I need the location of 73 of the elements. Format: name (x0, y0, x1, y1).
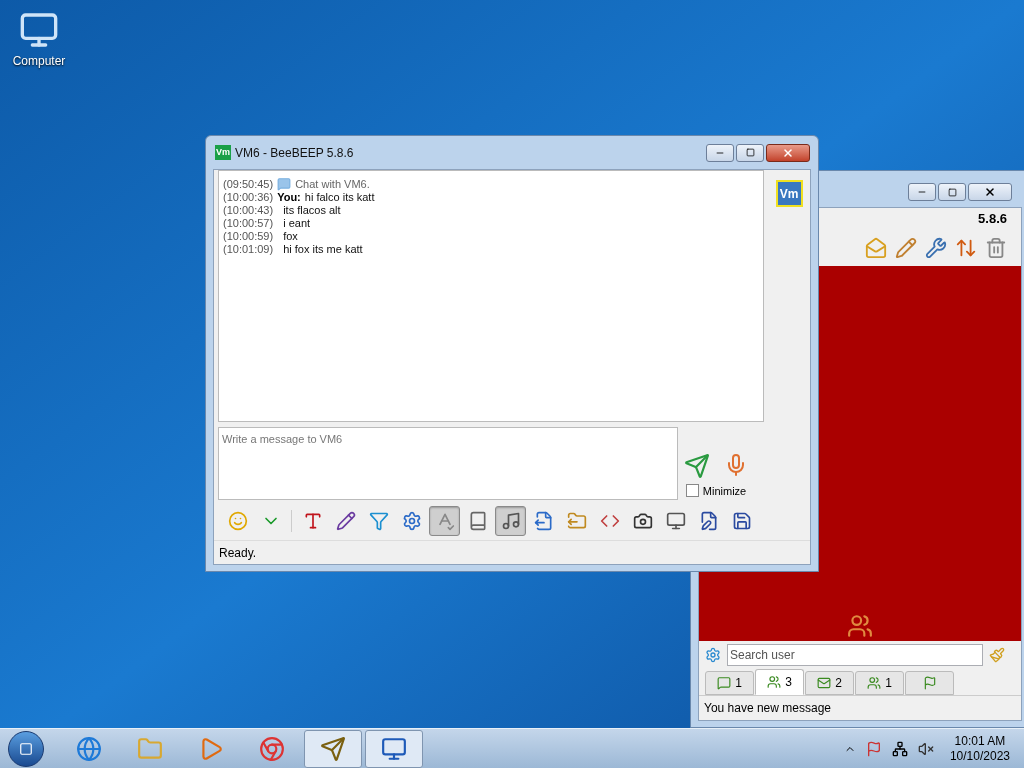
smiley-icon (227, 511, 248, 531)
maximize-button[interactable] (938, 183, 966, 201)
start-button[interactable] (8, 730, 44, 767)
brush-icon[interactable] (989, 647, 1005, 663)
tab-icon (867, 676, 882, 690)
tab[interactable]: 3 (755, 669, 804, 695)
close-button[interactable] (766, 143, 810, 162)
checkbox[interactable] (685, 484, 699, 498)
clock[interactable]: 10:01 AM 10/10/2023 (949, 733, 1010, 764)
avatar: Vm (775, 180, 803, 207)
pencil-icon[interactable] (895, 237, 917, 259)
network-icon[interactable] (891, 740, 908, 757)
status-text: Ready. (219, 544, 257, 562)
message-time: (09:50:45) (223, 178, 274, 191)
message-text: i eant (282, 217, 311, 230)
message-time: (10:00:43) (223, 204, 274, 217)
users-icon (847, 613, 873, 639)
message-time: (10:00:36) (223, 191, 274, 204)
toolbar-button[interactable] (495, 506, 526, 536)
tab-icon (817, 676, 832, 690)
close-icon (782, 146, 794, 159)
tab[interactable]: 1 (705, 671, 754, 695)
message-text: hi fox its me katt (282, 243, 363, 256)
window-title: VM6 - BeeBEEP 5.8.6 (235, 144, 355, 162)
note-icon (500, 511, 521, 531)
status-text: You have new message (704, 700, 831, 717)
camera-icon (632, 511, 653, 531)
volume-muted-icon[interactable] (917, 740, 934, 757)
flag-icon[interactable] (865, 740, 882, 757)
search-field[interactable]: Search user (727, 644, 983, 666)
computer-icon[interactable] (19, 10, 59, 50)
message-time: (10:01:09) (223, 243, 274, 256)
message-input[interactable]: Write a message to VM6 (218, 427, 678, 500)
mail-icon[interactable] (865, 237, 887, 259)
message-sender: You: (277, 191, 301, 204)
tab-icon (717, 676, 732, 690)
app-badge: Vm (215, 145, 231, 160)
computer-icon (381, 735, 407, 762)
arrows-icon[interactable] (955, 237, 977, 259)
tab-icon (922, 676, 937, 690)
message-text: Chat with VM6. (295, 178, 370, 191)
message-text: fox (282, 230, 298, 243)
taskbar-app[interactable] (304, 729, 362, 768)
minimize-button[interactable] (706, 143, 734, 162)
taskbar-app[interactable] (365, 729, 423, 768)
maximize-icon (745, 148, 755, 157)
folder-icon (566, 511, 587, 531)
message-time: (10:00:59) (223, 230, 274, 243)
close-icon (984, 186, 996, 198)
wrench-icon[interactable] (925, 237, 947, 259)
desktop-icon-label[interactable]: Computer (12, 52, 66, 70)
send-icon[interactable] (684, 452, 710, 479)
checkbox-label: Minimize (702, 483, 747, 499)
minimize-button[interactable] (908, 183, 936, 201)
trash-icon[interactable] (985, 237, 1007, 259)
tab[interactable] (905, 671, 954, 695)
filter-icon (368, 511, 389, 531)
version-label: 5.8.6 (978, 210, 1007, 229)
close-button[interactable] (968, 183, 1012, 201)
settings-icon[interactable] (705, 647, 721, 663)
maximize-button[interactable] (736, 143, 764, 162)
tab[interactable]: 2 (805, 671, 854, 695)
screen-icon (665, 511, 686, 531)
chat-bubble-icon (277, 177, 292, 191)
message-text: hi falco its katt (304, 191, 375, 204)
save-icon (731, 511, 752, 531)
file-icon (533, 511, 554, 531)
message-time: (10:00:57) (223, 217, 274, 230)
message-text: its flacos alt (282, 204, 341, 217)
maximize-icon (947, 187, 957, 197)
tab[interactable]: 1 (855, 671, 904, 695)
tab-icon (767, 675, 782, 689)
gears-icon (401, 511, 422, 531)
